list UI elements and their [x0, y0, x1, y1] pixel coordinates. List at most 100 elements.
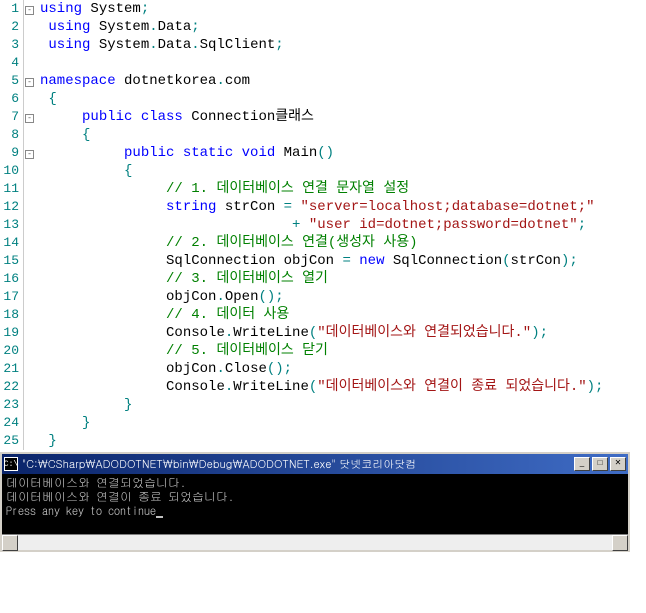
- token-kw: new: [359, 253, 384, 269]
- token-plain: Console: [166, 325, 225, 341]
- window-buttons: _ □ ✕: [574, 457, 626, 471]
- fold-cell: [24, 378, 36, 396]
- line-number: 1: [0, 0, 19, 18]
- code-line[interactable]: {: [40, 162, 646, 180]
- line-number: 25: [0, 432, 19, 450]
- fold-cell[interactable]: -: [24, 72, 36, 90]
- token-kw: public static void: [124, 145, 275, 161]
- code-line[interactable]: objCon.Close();: [40, 360, 646, 378]
- code-line[interactable]: public class Connection클래스: [40, 108, 646, 126]
- fold-toggle-icon[interactable]: -: [25, 114, 34, 123]
- code-line[interactable]: namespace dotnetkorea.com: [40, 72, 646, 90]
- token-plain: Connection클래스: [183, 109, 314, 125]
- close-button[interactable]: ✕: [610, 457, 626, 471]
- fold-cell: [24, 54, 36, 72]
- line-number: 4: [0, 54, 19, 72]
- token-com: // 5. 데이터베이스 닫기: [166, 343, 328, 359]
- fold-toggle-icon[interactable]: -: [25, 6, 34, 15]
- token-str: "server=localhost;database=dotnet;": [300, 199, 594, 215]
- console-output: 데이터베이스와 연결되었습니다.데이터베이스와 연결이 종료 되었습니다.Pre…: [2, 474, 628, 534]
- line-number: 5: [0, 72, 19, 90]
- line-number: 16: [0, 270, 19, 288]
- code-line[interactable]: + "user id=dotnet;password=dotnet";: [40, 216, 646, 234]
- token-brace: ;: [141, 1, 149, 17]
- fold-toggle-icon[interactable]: -: [25, 78, 34, 87]
- token-plain: Open: [225, 289, 259, 305]
- code-line[interactable]: using System.Data;: [40, 18, 646, 36]
- token-com: // 2. 데이터베이스 연결(생성자 사용): [166, 235, 417, 251]
- code-line[interactable]: // 5. 데이터베이스 닫기: [40, 342, 646, 360]
- token-plain: SqlConnection objCon: [166, 253, 342, 269]
- token-com: // 3. 데이터베이스 열기: [166, 271, 328, 287]
- line-number: 10: [0, 162, 19, 180]
- line-number: 19: [0, 324, 19, 342]
- code-line[interactable]: // 3. 데이터베이스 열기: [40, 270, 646, 288]
- scroll-track[interactable]: [18, 535, 612, 550]
- token-plain: WriteLine: [233, 325, 309, 341]
- code-line[interactable]: string strCon = "server=localhost;databa…: [40, 198, 646, 216]
- code-line[interactable]: SqlConnection objCon = new SqlConnection…: [40, 252, 646, 270]
- token-brace: =: [342, 253, 350, 269]
- console-icon: C:\: [4, 457, 18, 471]
- code-line[interactable]: objCon.Open();: [40, 288, 646, 306]
- fold-cell[interactable]: -: [24, 0, 36, 18]
- code-line[interactable]: Console.WriteLine("데이터베이스와 연결이 종료 되었습니다.…: [40, 378, 646, 396]
- code-line[interactable]: // 1. 데이터베이스 연결 문자열 설정: [40, 180, 646, 198]
- code-line[interactable]: }: [40, 414, 646, 432]
- code-line[interactable]: }: [40, 396, 646, 414]
- line-number: 24: [0, 414, 19, 432]
- fold-column: - - - -: [24, 0, 36, 450]
- token-plain: strCon: [216, 199, 283, 215]
- token-kw: string: [166, 199, 216, 215]
- code-line[interactable]: {: [40, 90, 646, 108]
- cursor-icon: [156, 516, 163, 518]
- console-title-bar[interactable]: C:\ "C:\CSharp\ADODOTNET\bin\Debug\ADODO…: [2, 454, 628, 474]
- token-brace: (): [317, 145, 334, 161]
- token-brace: .: [216, 361, 224, 377]
- line-number: 6: [0, 90, 19, 108]
- fold-cell[interactable]: -: [24, 108, 36, 126]
- token-plain: objCon: [166, 289, 216, 305]
- line-number: 7: [0, 108, 19, 126]
- token-plain: SqlConnection: [385, 253, 503, 269]
- token-brace: }: [82, 415, 90, 431]
- fold-cell: [24, 18, 36, 36]
- token-plain: Close: [225, 361, 267, 377]
- scroll-left-button[interactable]: [2, 535, 18, 551]
- console-window: C:\ "C:\CSharp\ADODOTNET\bin\Debug\ADODO…: [0, 452, 630, 552]
- token-brace: {: [124, 163, 132, 179]
- code-line[interactable]: using System;: [40, 0, 646, 18]
- line-number: 18: [0, 306, 19, 324]
- fold-cell: [24, 252, 36, 270]
- maximize-button[interactable]: □: [592, 457, 608, 471]
- code-line[interactable]: [40, 54, 646, 72]
- token-brace: .: [216, 289, 224, 305]
- fold-cell: [24, 360, 36, 378]
- token-kw: public class: [82, 109, 183, 125]
- line-number: 15: [0, 252, 19, 270]
- token-com: // 4. 데이터 사용: [166, 307, 289, 323]
- code-line[interactable]: {: [40, 126, 646, 144]
- fold-cell[interactable]: -: [24, 144, 36, 162]
- token-plain: Main: [275, 145, 317, 161]
- token-plain: Data: [158, 37, 192, 53]
- code-line[interactable]: // 2. 데이터베이스 연결(생성자 사용): [40, 234, 646, 252]
- token-brace: }: [48, 433, 56, 449]
- token-brace: .: [225, 325, 233, 341]
- token-brace: =: [284, 199, 292, 215]
- code-line[interactable]: public static void Main(): [40, 144, 646, 162]
- code-line[interactable]: }: [40, 432, 646, 450]
- token-plain: strCon: [511, 253, 561, 269]
- minimize-button[interactable]: _: [574, 457, 590, 471]
- code-area[interactable]: using System; using System.Data; using S…: [36, 0, 646, 450]
- code-line[interactable]: using System.Data.SqlClient;: [40, 36, 646, 54]
- fold-cell: [24, 90, 36, 108]
- fold-cell: [24, 180, 36, 198]
- fold-toggle-icon[interactable]: -: [25, 150, 34, 159]
- horizontal-scrollbar[interactable]: [2, 534, 628, 550]
- scroll-right-button[interactable]: [612, 535, 628, 551]
- code-line[interactable]: Console.WriteLine("데이터베이스와 연결되었습니다.");: [40, 324, 646, 342]
- code-line[interactable]: // 4. 데이터 사용: [40, 306, 646, 324]
- fold-cell: [24, 324, 36, 342]
- token-com: // 1. 데이터베이스 연결 문자열 설정: [166, 181, 409, 197]
